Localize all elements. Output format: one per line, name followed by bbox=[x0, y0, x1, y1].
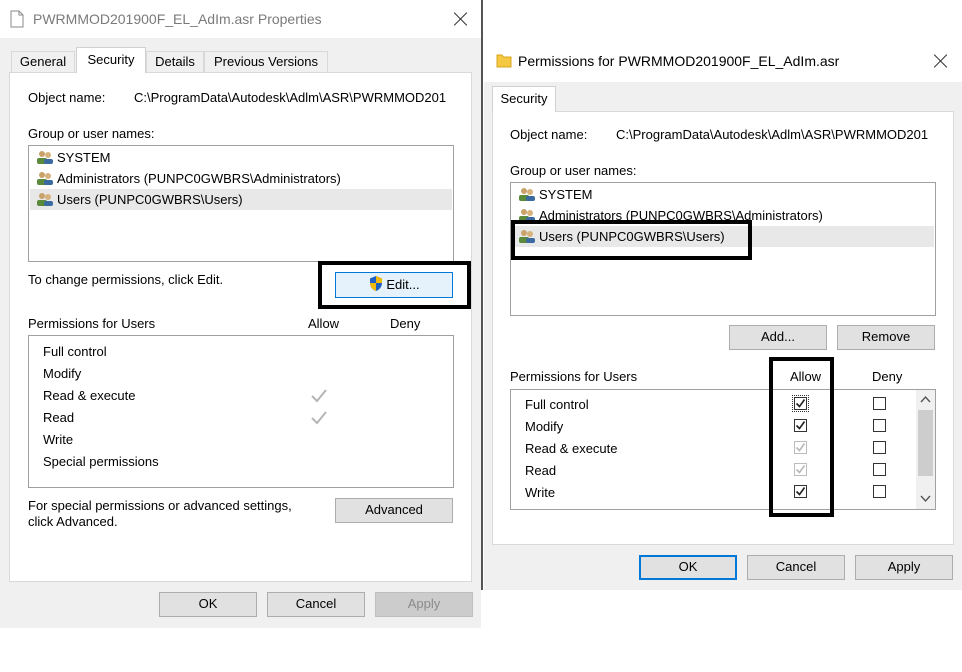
list-item-label: SYSTEM bbox=[57, 150, 111, 165]
allow-check-icon bbox=[311, 389, 327, 403]
ok-button[interactable]: OK bbox=[159, 592, 257, 617]
special-permissions-text-2: click Advanced. bbox=[28, 514, 118, 529]
perm-group-label: Group or user names: bbox=[510, 163, 637, 178]
apply-button[interactable]: Apply bbox=[375, 592, 473, 617]
permission-row-read-execute: Read & execute bbox=[43, 388, 136, 403]
folder-icon bbox=[496, 54, 512, 68]
list-item-label: SYSTEM bbox=[539, 187, 593, 202]
scrollbar-thumb[interactable] bbox=[918, 410, 933, 476]
remove-button[interactable]: Remove bbox=[837, 325, 935, 350]
ok-button[interactable]: OK bbox=[639, 555, 737, 580]
list-item-system[interactable]: SYSTEM bbox=[512, 184, 934, 205]
list-item-administrators[interactable]: Administrators (PUNPC0GWBRS\Administrato… bbox=[30, 168, 452, 189]
deny-modify-checkbox[interactable] bbox=[873, 419, 886, 432]
properties-close-icon[interactable] bbox=[453, 11, 469, 27]
permission-row-read-execute: Read & execute bbox=[525, 441, 618, 456]
cancel-button[interactable]: Cancel bbox=[267, 592, 365, 617]
deny-read-checkbox[interactable] bbox=[873, 463, 886, 476]
permission-row-read: Read bbox=[525, 463, 557, 478]
deny-full-control-checkbox[interactable] bbox=[873, 397, 886, 410]
list-item-users[interactable]: Users (PUNPC0GWBRS\Users) bbox=[30, 189, 452, 210]
perm-object-name-label: Object name: bbox=[510, 127, 588, 142]
permission-row-write: Write bbox=[525, 485, 556, 500]
deny-write-checkbox[interactable] bbox=[873, 485, 886, 498]
list-item-label: Users (PUNPC0GWBRS\Users) bbox=[57, 192, 243, 207]
allow-header: Allow bbox=[308, 316, 340, 331]
deny-header: Deny bbox=[390, 316, 421, 331]
permission-row-modify: Modify bbox=[525, 419, 564, 434]
change-permissions-text: To change permissions, click Edit. bbox=[28, 272, 224, 287]
window-divider bbox=[481, 0, 483, 590]
permissions-scrollbar[interactable] bbox=[916, 390, 935, 509]
users-icon bbox=[37, 151, 53, 164]
properties-titlebar: PWRMMOD201900F_EL_AdIm.asr Properties bbox=[0, 0, 481, 38]
permission-row-full-control: Full control bbox=[525, 397, 589, 412]
permission-row-modify: Modify bbox=[43, 366, 82, 381]
permissions-titlebar: Permissions for PWRMMOD201900F_EL_AdIm.a… bbox=[484, 40, 962, 82]
tab-details[interactable]: Details bbox=[146, 51, 204, 72]
permission-row-special: Special permissions bbox=[43, 454, 159, 469]
group-user-list[interactable]: SYSTEM Administrators (PUNPC0GWBRS\Admin… bbox=[28, 145, 454, 262]
advanced-button[interactable]: Advanced bbox=[335, 498, 453, 523]
perm-permissions-for-label: Permissions for Users bbox=[510, 369, 638, 384]
users-highlight-box bbox=[511, 220, 752, 260]
group-label: Group or user names: bbox=[28, 126, 155, 141]
add-button[interactable]: Add... bbox=[729, 325, 827, 350]
scroll-up-icon[interactable] bbox=[920, 395, 931, 403]
permission-row-write: Write bbox=[43, 432, 74, 447]
permissions-list: Full control Modify Read & execute Read … bbox=[28, 335, 454, 488]
object-name-value: C:\ProgramData\Autodesk\Adlm\ASR\PWRMMOD… bbox=[134, 90, 447, 105]
tab-general[interactable]: General bbox=[11, 51, 75, 72]
users-icon bbox=[37, 193, 53, 206]
perm-object-name-value: C:\ProgramData\Autodesk\Adlm\ASR\PWRMMOD… bbox=[616, 127, 929, 142]
tab-previous-versions[interactable]: Previous Versions bbox=[204, 51, 328, 72]
properties-title: PWRMMOD201900F_EL_AdIm.asr Properties bbox=[33, 11, 322, 27]
tab-security[interactable]: Security bbox=[492, 86, 556, 112]
perm-deny-header: Deny bbox=[872, 369, 903, 384]
users-icon bbox=[519, 188, 535, 201]
special-permissions-text: For special permissions or advanced sett… bbox=[28, 498, 292, 513]
list-item-label: Administrators (PUNPC0GWBRS\Administrato… bbox=[57, 171, 341, 186]
permission-row-full-control: Full control bbox=[43, 344, 107, 359]
perm-permissions-list[interactable]: Full control Modify Read & execute Read … bbox=[510, 389, 936, 510]
file-icon bbox=[10, 10, 24, 28]
list-item-system[interactable]: SYSTEM bbox=[30, 147, 452, 168]
tab-security[interactable]: Security bbox=[76, 47, 146, 73]
properties-window: PWRMMOD201900F_EL_AdIm.asr Properties Ge… bbox=[0, 0, 481, 628]
object-name-label: Object name: bbox=[28, 90, 106, 105]
allow-check-icon bbox=[311, 411, 327, 425]
permission-row-read: Read bbox=[43, 410, 75, 425]
apply-button[interactable]: Apply bbox=[855, 555, 953, 580]
scroll-down-icon[interactable] bbox=[920, 495, 931, 503]
edit-highlight-box bbox=[318, 261, 471, 309]
permissions-window: Permissions for PWRMMOD201900F_EL_AdIm.a… bbox=[484, 40, 962, 590]
allow-column-highlight-box bbox=[769, 357, 834, 517]
users-icon bbox=[37, 172, 53, 185]
permissions-title: Permissions for PWRMMOD201900F_EL_AdIm.a… bbox=[518, 53, 840, 69]
deny-read-execute-checkbox[interactable] bbox=[873, 441, 886, 454]
permissions-close-icon[interactable] bbox=[933, 53, 949, 69]
cancel-button[interactable]: Cancel bbox=[747, 555, 845, 580]
permissions-for-label: Permissions for Users bbox=[28, 316, 156, 331]
